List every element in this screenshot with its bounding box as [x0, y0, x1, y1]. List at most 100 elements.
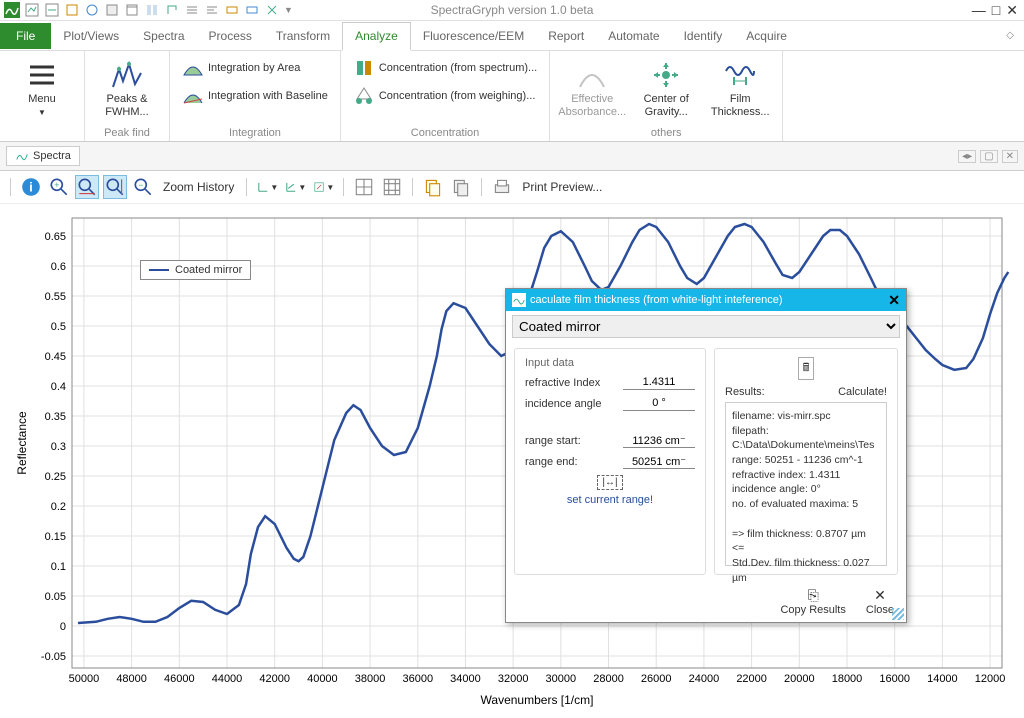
- qat-icon-8[interactable]: [164, 2, 180, 18]
- qat-icon-5[interactable]: [104, 2, 120, 18]
- help-icon[interactable]: ◇: [1006, 30, 1014, 41]
- document-tab[interactable]: Spectra: [6, 146, 80, 166]
- print-preview-button[interactable]: Print Preview...: [518, 180, 606, 194]
- qat-icon-7[interactable]: [144, 2, 160, 18]
- concentration-spectrum-button[interactable]: Concentration (from spectrum)...: [349, 55, 541, 81]
- info-icon[interactable]: i: [19, 175, 43, 199]
- svg-text:48000: 48000: [116, 673, 147, 685]
- calculate-button[interactable]: Calculate!: [838, 386, 887, 398]
- svg-text:-0.05: -0.05: [41, 651, 66, 663]
- axis-tool-2[interactable]: ▼: [283, 175, 307, 199]
- results-label: Results:: [725, 386, 765, 398]
- file-tab[interactable]: File: [0, 23, 51, 49]
- resize-grip[interactable]: [892, 608, 904, 620]
- qat-icon-2[interactable]: [44, 2, 60, 18]
- doc-close-icon[interactable]: ✕: [1002, 150, 1018, 163]
- dialog-title: caculate film thickness (from white-ligh…: [530, 294, 782, 306]
- qat-icon-11[interactable]: [224, 2, 240, 18]
- tab-report[interactable]: Report: [536, 23, 596, 49]
- ribbon-group-integration: Integration by Area Integration with Bas…: [170, 51, 341, 141]
- qat-icon-9[interactable]: [184, 2, 200, 18]
- tab-plotviews[interactable]: Plot/Views: [51, 23, 131, 49]
- tab-identify[interactable]: Identify: [672, 23, 735, 49]
- window-title: SpectraGryph version 1.0 beta: [431, 3, 594, 17]
- results-textbox[interactable]: filename: vis-mirr.spc filepath: C:\Data…: [725, 402, 887, 566]
- menu-button[interactable]: Menu▼: [8, 55, 76, 123]
- svg-text:0.3: 0.3: [51, 441, 66, 453]
- range-end-label: range end:: [525, 456, 578, 468]
- tab-automate[interactable]: Automate: [596, 23, 671, 49]
- dialog-close-button[interactable]: ✕Close: [866, 587, 894, 616]
- legend[interactable]: Coated mirror: [140, 260, 251, 280]
- center-gravity-button[interactable]: Center of Gravity...: [632, 55, 700, 123]
- doc-view-2[interactable]: ▢: [980, 150, 997, 163]
- svg-text:44000: 44000: [212, 673, 243, 685]
- zoom-in-icon[interactable]: +: [47, 175, 71, 199]
- dialog-titlebar[interactable]: caculate film thickness (from white-ligh…: [506, 289, 906, 311]
- qat-overflow[interactable]: ▼: [284, 5, 293, 15]
- zoom-y-icon[interactable]: [103, 175, 127, 199]
- tab-acquire[interactable]: Acquire: [734, 23, 799, 49]
- maximize-button[interactable]: □: [992, 2, 1000, 19]
- qat-icon-10[interactable]: [204, 2, 220, 18]
- qat-icon-3[interactable]: [64, 2, 80, 18]
- svg-text:28000: 28000: [593, 673, 624, 685]
- svg-text:46000: 46000: [164, 673, 195, 685]
- dialog-close-icon[interactable]: ✕: [888, 292, 900, 309]
- copy-icon-1[interactable]: [421, 175, 445, 199]
- ribbon-tabs: File Plot/Views Spectra Process Transfor…: [0, 21, 1024, 51]
- zoom-x-icon[interactable]: [75, 175, 99, 199]
- range-end-input[interactable]: [623, 454, 695, 469]
- concentration-weighing-button[interactable]: Concentration (from weighing)...: [349, 83, 541, 109]
- qat-icon-4[interactable]: [84, 2, 100, 18]
- quick-access-toolbar: ▼ SpectraGryph version 1.0 beta — □ ✕: [0, 0, 1024, 21]
- axis-tool-1[interactable]: ▼: [255, 175, 279, 199]
- set-range-button[interactable]: set current range!: [525, 494, 695, 506]
- grid-icon-2[interactable]: [380, 175, 404, 199]
- angle-input[interactable]: [623, 396, 695, 411]
- close-button[interactable]: ✕: [1006, 2, 1018, 19]
- grid-icon-1[interactable]: [352, 175, 376, 199]
- qat-icon-12[interactable]: [244, 2, 260, 18]
- qat-icon-13[interactable]: [264, 2, 280, 18]
- range-start-input[interactable]: [623, 433, 695, 448]
- copy-icon-2[interactable]: [449, 175, 473, 199]
- film-thickness-button[interactable]: Film Thickness...: [706, 55, 774, 123]
- tab-spectra[interactable]: Spectra: [131, 23, 196, 49]
- svg-text:0.6: 0.6: [51, 261, 66, 273]
- document-bar: Spectra ◂▸ ▢ ✕: [0, 142, 1024, 171]
- effective-absorbance-button[interactable]: Effective Absorbance...: [558, 55, 626, 123]
- copy-results-button[interactable]: ⎘Copy Results: [780, 587, 845, 616]
- doc-view-1[interactable]: ◂▸: [958, 150, 976, 163]
- film-thickness-dialog: caculate film thickness (from white-ligh…: [505, 288, 907, 623]
- ribbon: Menu▼ Peaks & FWHM... Peak find Integrat…: [0, 51, 1024, 142]
- tab-fluorescence[interactable]: Fluorescence/EEM: [411, 23, 536, 49]
- svg-text:0.25: 0.25: [45, 471, 66, 483]
- svg-text:32000: 32000: [498, 673, 529, 685]
- refractive-input[interactable]: [623, 375, 695, 390]
- qat-icon-6[interactable]: [124, 2, 140, 18]
- calculator-icon[interactable]: 🖩: [798, 357, 815, 380]
- zoom-history-button[interactable]: Zoom History: [159, 180, 238, 194]
- tab-process[interactable]: Process: [197, 23, 264, 49]
- svg-text:−: −: [138, 180, 143, 190]
- print-icon[interactable]: [490, 175, 514, 199]
- axis-tool-3[interactable]: ▼: [311, 175, 335, 199]
- peaks-fwhm-button[interactable]: Peaks & FWHM...: [93, 55, 161, 123]
- qat-icon-1[interactable]: [24, 2, 40, 18]
- svg-text:22000: 22000: [736, 673, 767, 685]
- svg-text:26000: 26000: [641, 673, 672, 685]
- svg-text:38000: 38000: [355, 673, 386, 685]
- ribbon-group-concentration: Concentration (from spectrum)... Concent…: [341, 51, 550, 141]
- svg-text:i: i: [29, 180, 33, 195]
- tab-analyze[interactable]: Analyze: [342, 22, 411, 51]
- integration-baseline-button[interactable]: Integration with Baseline: [178, 83, 332, 109]
- integration-area-button[interactable]: Integration by Area: [178, 55, 332, 81]
- svg-text:0.2: 0.2: [51, 501, 66, 513]
- tab-transform[interactable]: Transform: [264, 23, 342, 49]
- svg-text:18000: 18000: [832, 673, 863, 685]
- range-icon[interactable]: |↔|: [597, 475, 623, 490]
- minimize-button[interactable]: —: [972, 2, 986, 19]
- spectrum-select[interactable]: Coated mirror: [512, 315, 900, 338]
- zoom-out-icon[interactable]: −: [131, 175, 155, 199]
